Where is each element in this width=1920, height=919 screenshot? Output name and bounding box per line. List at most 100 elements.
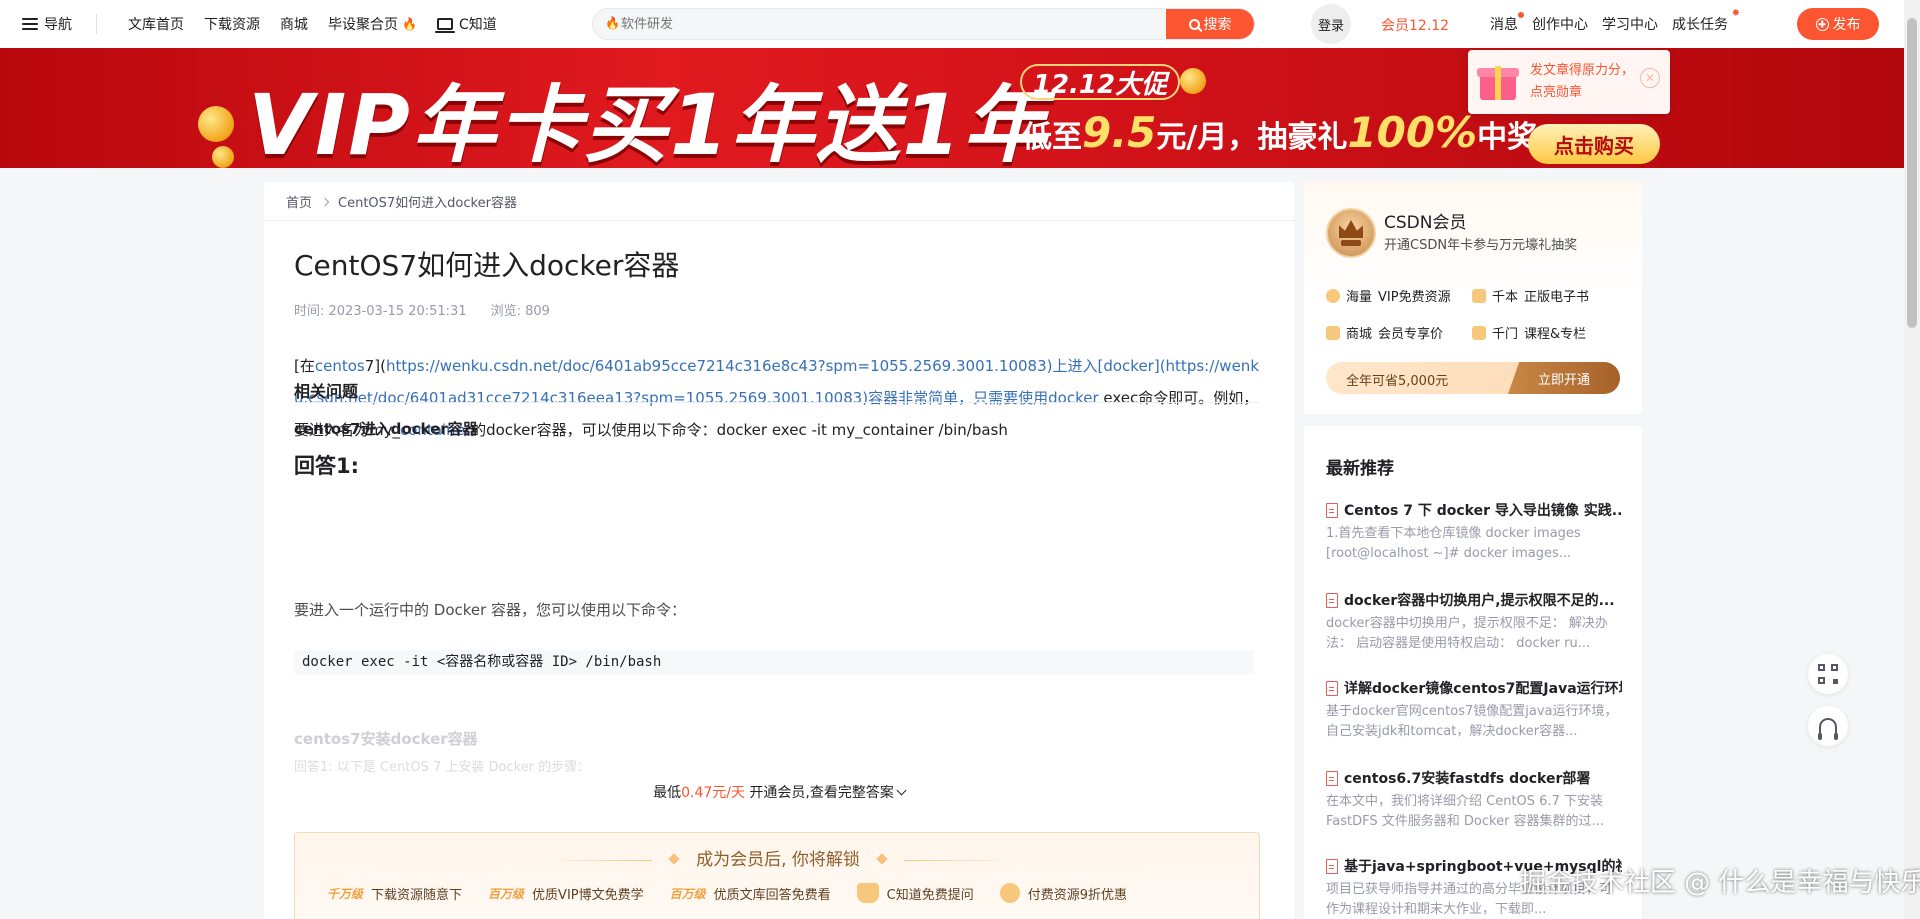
faded-question-title: centos7安装docker容器 — [294, 730, 478, 748]
related-heading: 相关问题 — [294, 382, 359, 401]
search-icon — [1188, 18, 1200, 30]
article-meta: 时间: 2023-03-15 20:51:31 浏览: 809 — [294, 300, 550, 319]
fire-icon: 🔥 — [605, 16, 620, 30]
scrollbar-thumb[interactable] — [1907, 18, 1917, 328]
plus-icon — [1815, 17, 1829, 31]
coin-icon — [999, 883, 1020, 903]
breadcrumb-current: CentOS7如何进入docker容器 — [338, 196, 517, 211]
article-panel: 首页 CentOS7如何进入docker容器 CentOS7如何进入docker… — [264, 182, 1294, 919]
customer-service-button[interactable] — [1808, 706, 1848, 746]
document-icon — [1326, 592, 1338, 608]
banner-headline: VIP年卡买1年送1年 — [248, 76, 1049, 168]
recommend-item[interactable]: 详解docker镜像centos7配置Java运行环境 基于docker官网ce… — [1326, 678, 1622, 742]
medal-popup[interactable]: 发文章得原力分， 点亮勋章 ✕ — [1468, 50, 1670, 114]
vip-link[interactable]: 会员12.12 — [1381, 15, 1449, 35]
bag-icon — [856, 883, 879, 903]
link-centos[interactable]: centos — [315, 357, 365, 375]
perk-c-zhidao[interactable]: C知道免费提问 — [856, 883, 974, 903]
nav-link-mall[interactable]: 商城 — [280, 14, 308, 34]
recommend-item[interactable]: docker容器中切换用户,提示权限不足的... docker容器中切换用户，提… — [1326, 590, 1622, 654]
search-bar: 🔥 搜索 — [592, 8, 1255, 40]
vip-open-button[interactable]: 立即开通 — [1508, 362, 1620, 394]
perk-courses[interactable]: 千门 课程&专栏 — [1472, 323, 1618, 342]
perk-free-resources[interactable]: 海量 VIP免费资源 — [1326, 286, 1472, 305]
publish-time: 时间: 2023-03-15 20:51:31 — [294, 304, 467, 319]
coin-decoration — [212, 146, 234, 168]
buy-button[interactable]: 点击购买 — [1528, 124, 1660, 164]
unlock-answer-link[interactable]: 最低0.47元/天 开通会员,查看完整答案 — [264, 782, 1294, 802]
sparkle-icon: ✸ — [1731, 8, 1740, 19]
crown-icon — [1326, 208, 1376, 258]
cloud-icon — [1326, 288, 1340, 303]
course-icon — [1472, 325, 1486, 340]
perk-mall-price[interactable]: 商城 会员专享价 — [1326, 323, 1472, 342]
divider — [264, 220, 1294, 221]
messages-link[interactable]: 消息 — [1490, 12, 1524, 34]
nav-divider — [96, 14, 97, 34]
chevron-down-icon — [896, 785, 907, 796]
code-block: docker exec -it <容器名称或容器 ID> /bin/bash — [294, 650, 1254, 674]
divider — [294, 402, 1259, 403]
question-title[interactable]: centos7进入docker容器 — [294, 418, 478, 439]
nav-label: 导航 — [44, 17, 72, 33]
nav-menu-toggle[interactable]: 导航 — [22, 14, 72, 34]
book-icon — [1472, 288, 1486, 303]
vip-card-subtitle: 开通CSDN年卡参与万元壕礼抽奖 — [1384, 238, 1578, 253]
perk-wenku-answers[interactable]: 百万级 优质文库回答免费看 — [670, 883, 831, 903]
nav-link-wenku-home[interactable]: 文库首页 — [128, 14, 184, 34]
vip-box-title: 成为会员后, 你将解锁 — [295, 845, 1261, 870]
document-icon — [1326, 502, 1338, 518]
popup-text: 发文章得原力分， 点亮勋章 — [1530, 63, 1635, 100]
qr-code-icon — [1818, 664, 1838, 684]
promo-text: 低至9.5元/月，抽豪礼100%中奖 — [1022, 108, 1538, 157]
creator-center-link[interactable]: 创作中心 — [1532, 14, 1588, 34]
nav-links: 文库首页 下载资源 商城 毕设聚合页 🔥 C知道 — [128, 0, 497, 48]
faded-answer-text: 回答1: 以下是 CentOS 7 上安装 Docker 的步骤： — [294, 760, 591, 775]
laptop-icon — [434, 18, 455, 33]
document-icon — [1326, 858, 1338, 874]
hamburger-icon — [22, 18, 38, 30]
perk-vip-blogs[interactable]: 百万级 优质VIP博文免费学 — [488, 883, 644, 903]
document-icon — [1326, 770, 1338, 786]
vip-save-text: 全年可省5,000元 — [1346, 374, 1449, 389]
view-count: 浏览: 809 — [490, 304, 550, 319]
coin-decoration — [1180, 68, 1206, 94]
qr-code-button[interactable] — [1808, 654, 1848, 694]
vip-card-title: CSDN会员 — [1384, 213, 1467, 233]
login-button[interactable]: 登录 — [1311, 4, 1351, 44]
breadcrumb: 首页 CentOS7如何进入docker容器 — [286, 192, 517, 211]
answer-heading: 回答1: — [294, 454, 360, 478]
coin-decoration — [198, 106, 234, 142]
growth-tasks-link[interactable]: 成长任务 ✸ — [1672, 8, 1740, 34]
recommend-title: 最新推荐 — [1326, 459, 1394, 479]
nav-link-c-zhidao[interactable]: C知道 — [434, 14, 497, 34]
breadcrumb-home[interactable]: 首页 — [286, 192, 312, 211]
publish-button[interactable]: 发布 — [1797, 8, 1879, 40]
learning-center-link[interactable]: 学习中心 — [1602, 14, 1658, 34]
answer-text: 要进入一个运行中的 Docker 容器，您可以使用以下命令： — [294, 601, 687, 619]
shop-icon — [1326, 325, 1340, 340]
headset-icon — [1818, 718, 1838, 740]
recommend-item[interactable]: Centos 7 下 docker 导入导出镜像 实践... 1.首先查看下本地… — [1326, 500, 1622, 564]
top-navbar: 导航 文库首页 下载资源 商城 毕设聚合页🔥 C知道 🔥 搜索 登录 会员12.… — [0, 0, 1920, 48]
user-links: 消息 创作中心 学习中心 成长任务 ✸ — [1490, 0, 1740, 48]
vip-perks: 千万级 下载资源随意下 百万级 优质VIP博文免费学 百万级 优质文库回答免费看 C知… — [327, 883, 1127, 903]
nav-link-graduation[interactable]: 毕设聚合页 🔥 — [328, 14, 417, 34]
promo-tag: 12.12大促 — [1020, 64, 1180, 100]
recommend-panel: 最新推荐 Centos 7 下 docker 导入导出镜像 实践... 1.首先… — [1304, 426, 1642, 919]
close-icon[interactable]: ✕ — [1640, 68, 1660, 88]
document-icon — [1326, 680, 1338, 696]
vip-card-perks: 海量 VIP免费资源 千本 正版电子书 商城 会员专享价 千门 课程&专栏 — [1326, 286, 1618, 342]
perk-downloads[interactable]: 千万级 下载资源随意下 — [327, 883, 462, 903]
vip-open-bar[interactable]: 全年可省5,000元 立即开通 — [1326, 362, 1620, 394]
gift-icon — [1476, 62, 1520, 102]
vip-unlock-box: 成为会员后, 你将解锁 千万级 下载资源随意下 百万级 优质VIP博文免费学 百万级… — [294, 832, 1260, 919]
watermark-text: 掘金技术社区 @ 什么是幸福与快乐 — [1520, 868, 1920, 898]
recommend-item[interactable]: centos6.7安装fastdfs docker部署 在本文中，我们将详细介绍… — [1326, 768, 1622, 832]
perk-ebooks[interactable]: 千本 正版电子书 — [1472, 286, 1618, 305]
perk-discount[interactable]: 付费资源9折优惠 — [999, 883, 1127, 903]
page-title: CentOS7如何进入docker容器 — [294, 249, 680, 282]
nav-link-downloads[interactable]: 下载资源 — [204, 14, 260, 34]
search-input[interactable] — [593, 9, 1166, 39]
search-button[interactable]: 搜索 — [1166, 9, 1254, 39]
